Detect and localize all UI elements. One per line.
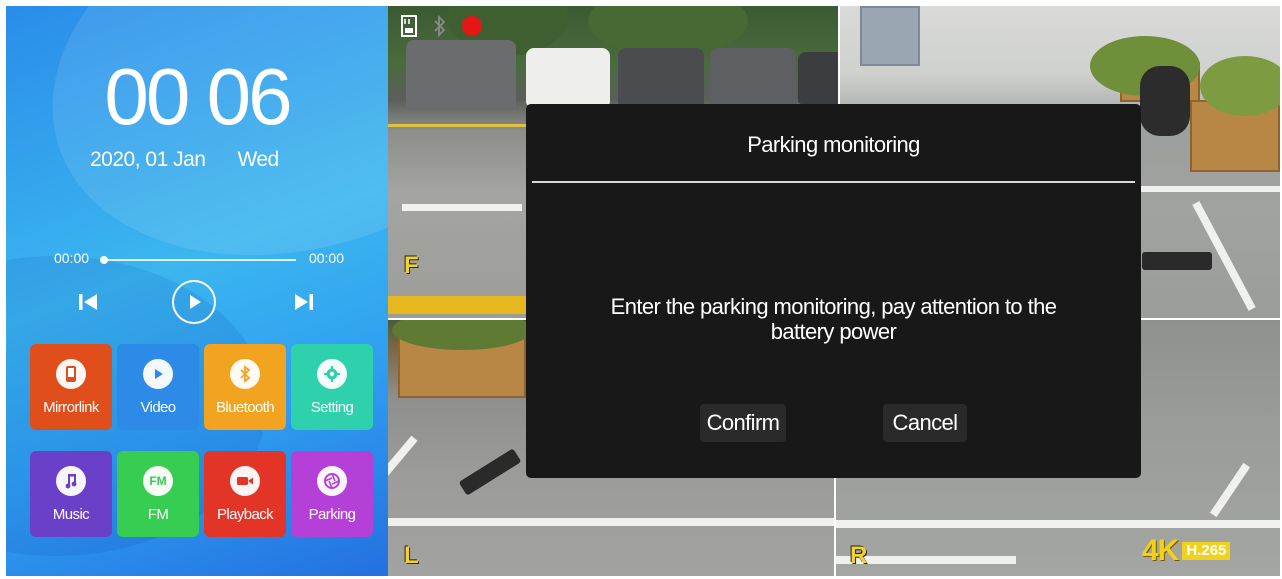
confirm-button[interactable]: Confirm — [700, 404, 786, 442]
camera-icon — [230, 466, 260, 496]
fm-icon: FM — [143, 466, 173, 496]
play-icon — [143, 359, 173, 389]
music-note-icon — [56, 466, 86, 496]
previous-track-button[interactable] — [72, 286, 104, 318]
app-tile-setting[interactable]: Setting — [291, 344, 373, 430]
recording-status — [400, 12, 482, 40]
date-row: 2020, 01 Jan Wed — [90, 148, 279, 172]
elapsed-time: 00:00 — [54, 250, 90, 266]
app-tile-parking[interactable]: Parking — [291, 451, 373, 537]
date-text: 2020, 01 Jan — [90, 148, 206, 171]
phone-icon — [56, 359, 86, 389]
app-label: Setting — [310, 399, 354, 416]
play-button[interactable] — [172, 280, 216, 324]
transport-controls — [6, 278, 388, 328]
sd-card-icon — [401, 15, 417, 37]
app-label: FM — [147, 506, 169, 523]
media-progress: 00:00 00:00 — [54, 250, 344, 272]
app-tile-playback[interactable]: Playback — [204, 451, 286, 537]
weekday-text: Wed — [237, 148, 279, 171]
resolution-badge: 4K H.265 — [1142, 534, 1231, 568]
skip-next-icon — [295, 294, 313, 310]
progress-knob[interactable] — [100, 256, 108, 264]
recording-dot-icon — [462, 16, 482, 36]
skip-previous-icon — [79, 294, 97, 310]
app-label: Bluetooth — [216, 399, 275, 416]
camera-label-front: F — [404, 252, 419, 279]
next-track-button[interactable] — [288, 286, 320, 318]
app-label: Music — [52, 506, 90, 523]
app-label: Parking — [308, 506, 356, 523]
app-label: Mirrorlink — [43, 399, 99, 416]
app-label: Playback — [216, 506, 274, 523]
resolution-text: 4K — [1142, 534, 1179, 567]
app-tile-music[interactable]: Music — [30, 451, 112, 537]
bluetooth-icon — [434, 15, 446, 37]
cancel-button[interactable]: Cancel — [883, 404, 967, 442]
dialog-title: Parking monitoring — [747, 132, 920, 157]
gear-icon — [317, 359, 347, 389]
dialog-message: Enter the parking monitoring, pay attent… — [610, 294, 1057, 344]
clock-time: 00 06 — [104, 52, 292, 141]
camera-label-rear: R — [850, 542, 868, 569]
aperture-icon — [317, 466, 347, 496]
bluetooth-icon — [230, 359, 260, 389]
codec-text: H.265 — [1182, 542, 1231, 560]
app-tile-bluetooth[interactable]: Bluetooth — [204, 344, 286, 430]
app-tile-mirrorlink[interactable]: Mirrorlink — [30, 344, 112, 430]
progress-track[interactable] — [102, 259, 296, 261]
duration-time: 00:00 — [308, 250, 344, 266]
camera-label-left: L — [404, 542, 419, 569]
dialog-divider — [532, 181, 1135, 183]
app-label: Video — [140, 399, 176, 416]
app-tile-video[interactable]: Video — [117, 344, 199, 430]
play-icon — [190, 295, 201, 309]
parking-monitoring-dialog: Parking monitoring Enter the parking mon… — [526, 104, 1141, 478]
app-tile-fm[interactable]: FM FM — [117, 451, 199, 537]
